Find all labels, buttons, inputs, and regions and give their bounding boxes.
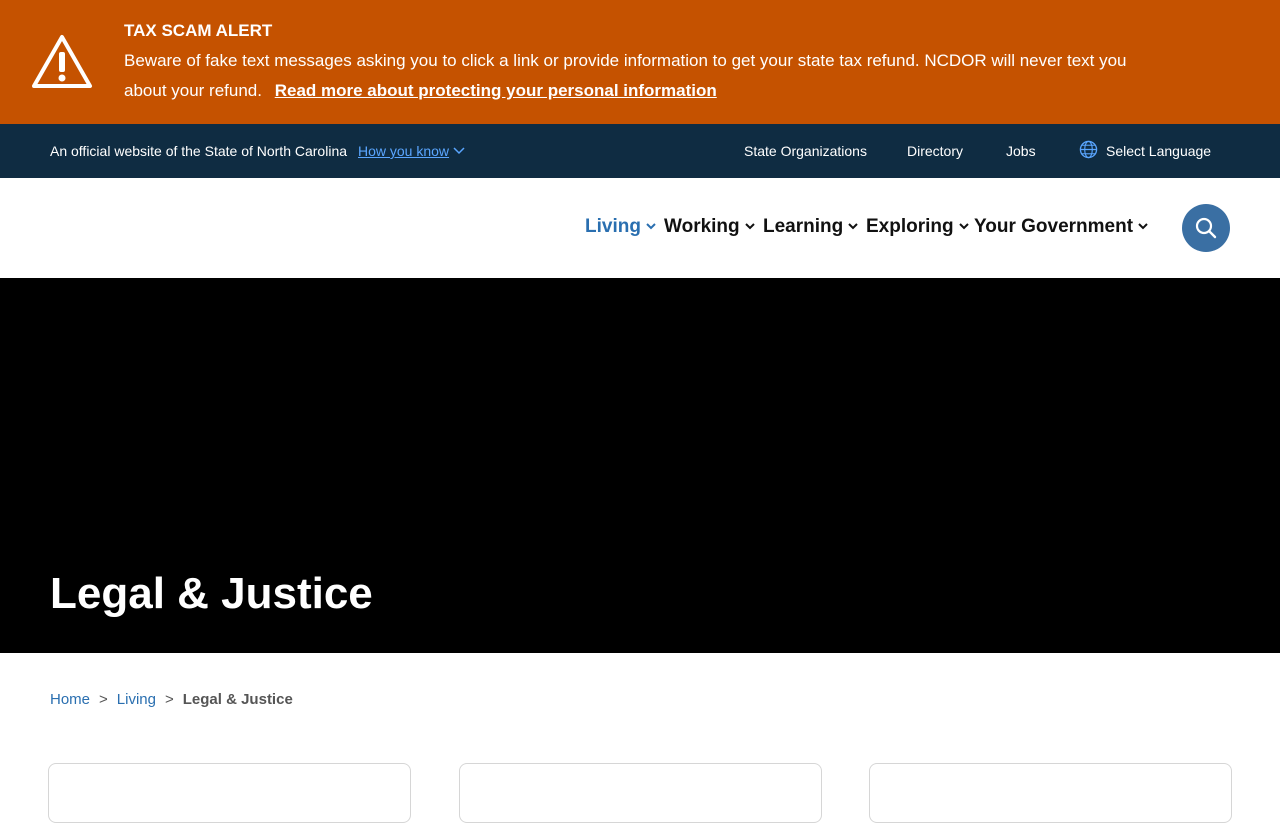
chevron-down-icon xyxy=(958,223,969,230)
chevron-down-icon xyxy=(453,147,465,155)
nav-item-your-government[interactable]: Your Government xyxy=(974,216,1149,238)
search-button[interactable] xyxy=(1182,204,1230,252)
search-icon xyxy=(1195,217,1217,239)
nav-item-label: Working xyxy=(664,216,740,237)
nav-item-living[interactable]: Living xyxy=(585,216,657,238)
breadcrumb-separator: > xyxy=(99,691,108,708)
breadcrumb-living-link[interactable]: Living xyxy=(117,691,156,708)
select-language-link[interactable]: Select Language xyxy=(1106,142,1211,160)
jobs-link[interactable]: Jobs xyxy=(1006,142,1036,160)
hero-banner: Legal & Justice xyxy=(0,278,1280,653)
nav-item-label: Living xyxy=(585,216,641,237)
tax-scam-alert-banner: TAX SCAM ALERT Beware of fake text messa… xyxy=(0,0,1280,124)
nav-item-label: Your Government xyxy=(974,216,1134,237)
alert-read-more-link[interactable]: Read more about protecting your personal… xyxy=(275,81,717,100)
official-site-text: An official website of the State of Nort… xyxy=(50,143,348,159)
nav-item-label: Learning xyxy=(763,216,844,237)
page-title: Legal & Justice xyxy=(50,569,373,618)
nav-item-working[interactable]: Working xyxy=(664,216,756,238)
directory-link[interactable]: Directory xyxy=(907,142,963,160)
chevron-down-icon xyxy=(848,223,858,230)
chevron-down-icon xyxy=(1138,223,1148,230)
state-organizations-link[interactable]: State Organizations xyxy=(744,142,867,160)
nav-item-learning[interactable]: Learning xyxy=(763,216,859,238)
globe-icon xyxy=(1079,140,1098,159)
nav-item-label: Exploring xyxy=(866,216,954,237)
how-you-know-label: How you know xyxy=(358,143,450,159)
chevron-down-icon xyxy=(646,223,656,230)
content-card[interactable] xyxy=(459,763,822,823)
main-navigation: Living Working Learning Exploring Your G… xyxy=(0,178,1280,278)
breadcrumb-current: Legal & Justice xyxy=(182,691,293,708)
chevron-down-icon xyxy=(744,223,755,230)
breadcrumb-separator: > xyxy=(164,691,174,708)
alert-title: TAX SCAM ALERT xyxy=(124,21,273,40)
breadcrumb: Home > Living > Legal & Justice xyxy=(50,690,293,710)
content-card[interactable] xyxy=(48,763,411,823)
content-card[interactable] xyxy=(869,763,1232,823)
alert-body: Beware of fake text messages asking you … xyxy=(124,46,1134,106)
how-you-know-toggle[interactable]: How you know xyxy=(358,142,465,160)
warning-triangle-icon xyxy=(32,35,92,88)
breadcrumb-home-link[interactable]: Home xyxy=(50,691,90,708)
nav-item-exploring[interactable]: Exploring xyxy=(866,216,970,238)
